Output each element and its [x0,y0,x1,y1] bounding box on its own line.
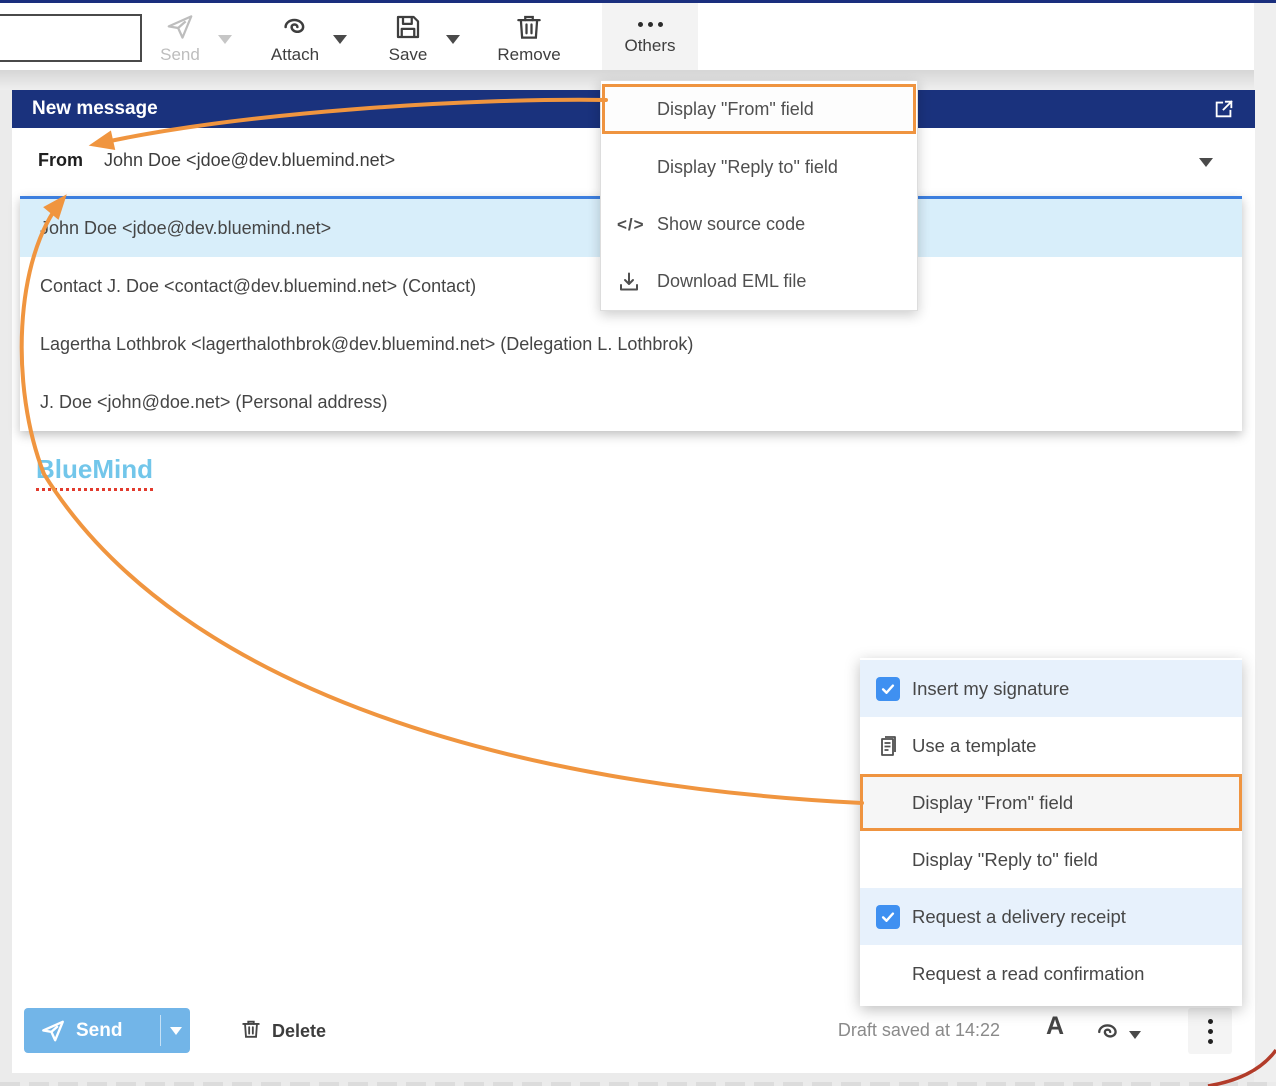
others-dropdown-menu: Display "From" field Display "Reply to" … [600,80,918,311]
from-field-label: From [38,150,83,171]
menu-item-label: Show source code [657,214,805,235]
kebab-dot [1208,1019,1213,1024]
send-options-caret-icon[interactable] [170,1027,182,1035]
menu-item-display-reply-to-field[interactable]: Display "Reply to" field [860,831,1242,888]
download-icon [617,270,641,294]
save-caret-down-icon[interactable] [446,35,460,44]
send-icon [165,12,195,42]
bluemind-compose-screen: Send Attach Save Remove [0,0,1276,1086]
send-toolbar-button[interactable]: Send [132,3,228,70]
menu-item-show-source-code[interactable]: </> Show source code [601,196,917,253]
menu-item-display-from-field[interactable]: Display "From" field [602,84,916,134]
attach-toolbar-label: Attach [271,45,319,65]
message-toolbar: Send Attach Save Remove [0,3,1254,70]
kebab-dot [1208,1039,1213,1044]
menu-item-label: Use a template [912,735,1036,757]
attachment-button[interactable] [1094,1018,1141,1051]
delete-button-label: Delete [272,1021,326,1042]
send-toolbar-label: Send [160,45,200,65]
page-right-margin [1254,3,1276,1086]
draft-saved-status: Draft saved at 14:22 [838,1020,1000,1041]
menu-item-request-delivery-receipt[interactable]: Request a delivery receipt [860,888,1242,945]
window-title: New message [32,98,158,120]
menu-item-label: Display "Reply to" field [912,849,1098,871]
from-option[interactable]: J. Doe <john@doe.net> (Personal address) [20,373,1242,431]
menu-item-label: Display "From" field [912,792,1073,814]
send-button-divider [160,1015,161,1046]
open-in-new-window-icon[interactable] [1213,98,1235,120]
attachment-caret-down-icon [1129,1031,1141,1039]
code-icon: </> [617,215,645,235]
bottom-edge-dashes [0,1082,1276,1086]
ellipsis-icon [638,22,663,27]
others-toolbar-button[interactable]: Others [602,3,698,78]
attach-caret-down-icon[interactable] [333,35,347,44]
others-toolbar-label: Others [624,36,675,56]
menu-item-insert-signature[interactable]: Insert my signature [860,660,1242,717]
paperclip-icon [280,12,310,42]
menu-item-request-read-confirmation[interactable]: Request a read confirmation [860,945,1242,1002]
from-caret-down-icon[interactable] [1199,158,1213,167]
attach-toolbar-button[interactable]: Attach [247,3,343,70]
more-options-button[interactable] [1188,1008,1232,1054]
menu-item-display-reply-to-field[interactable]: Display "Reply to" field [601,139,917,196]
from-field-value: John Doe <jdoe@dev.bluemind.net> [104,150,395,171]
save-icon [393,12,423,42]
delete-button[interactable]: Delete [240,1018,326,1045]
trash-icon [514,12,544,42]
send-caret-down-icon[interactable] [218,35,232,44]
menu-item-display-from-field[interactable]: Display "From" field [860,774,1242,831]
signature-text: BlueMind [36,454,153,491]
search-input[interactable] [0,14,142,62]
menu-item-download-eml[interactable]: Download EML file [601,253,917,310]
from-option[interactable]: Lagertha Lothbrok <lagerthalothbrok@dev.… [20,315,1242,373]
kebab-dot [1208,1029,1213,1034]
send-icon [40,1018,66,1044]
send-button-label: Send [76,1020,122,1042]
template-icon [876,734,900,758]
checkbox-checked-icon[interactable] [876,905,900,929]
remove-toolbar-label: Remove [497,45,560,65]
trash-icon [240,1018,262,1045]
save-toolbar-label: Save [389,45,428,65]
menu-item-label: Insert my signature [912,678,1069,700]
compose-options-menu: Insert my signature Use a template Displ… [860,658,1242,1006]
menu-item-label: Request a delivery receipt [912,906,1126,928]
send-button[interactable]: Send [24,1008,190,1053]
save-toolbar-button[interactable]: Save [360,3,456,70]
menu-item-use-template[interactable]: Use a template [860,717,1242,774]
text-format-button[interactable]: A [1038,1010,1072,1043]
menu-item-label: Request a read confirmation [912,963,1144,985]
remove-toolbar-button[interactable]: Remove [481,3,577,70]
paperclip-icon [1094,1018,1122,1051]
checkbox-checked-icon[interactable] [876,677,900,701]
menu-item-label: Download EML file [657,271,806,292]
